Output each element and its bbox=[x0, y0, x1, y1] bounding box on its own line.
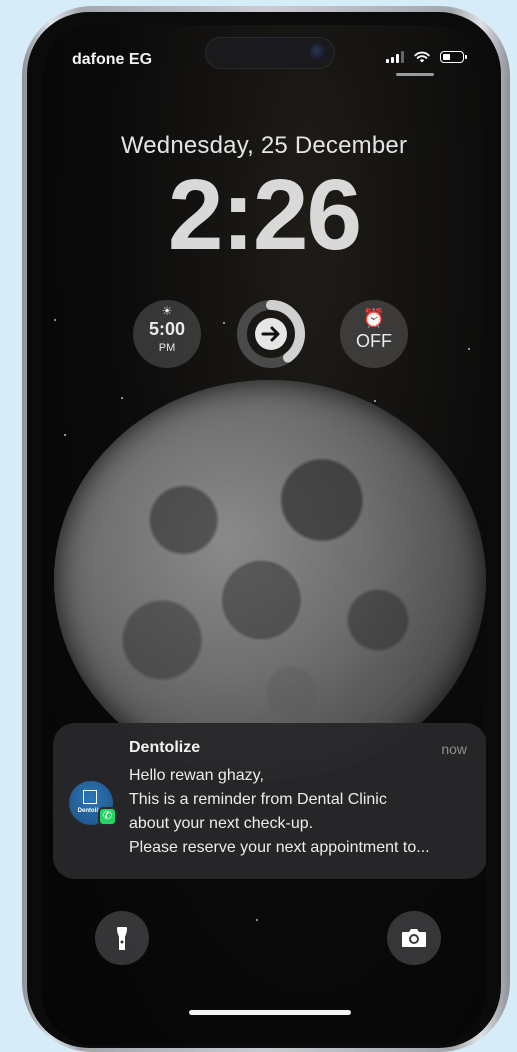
star bbox=[256, 919, 258, 921]
status-icons bbox=[386, 51, 467, 63]
notification-body: Hello rewan ghazy, This is a reminder fr… bbox=[129, 764, 469, 860]
dentolize-logo bbox=[83, 790, 97, 804]
carrier-label: dafone EG bbox=[72, 51, 153, 68]
sunset-icon: ☀ bbox=[161, 304, 173, 318]
wifi-icon bbox=[414, 51, 430, 63]
home-indicator[interactable] bbox=[189, 1010, 351, 1015]
battery-icon bbox=[440, 51, 467, 63]
lock-time: 2:26 bbox=[167, 159, 362, 271]
flashlight-button[interactable] bbox=[95, 911, 149, 965]
lock-screen: dafone EG Wednesday, 25 December 2:26 ☀ … bbox=[42, 25, 486, 1045]
signal-icon bbox=[386, 51, 404, 63]
lock-widgets: ☀ 5:00 PM ⏰ OFF bbox=[42, 300, 486, 370]
sunset-time: 5:00 bbox=[148, 319, 186, 339]
star bbox=[374, 400, 376, 402]
sunset-period: PM bbox=[158, 342, 176, 354]
status-bar: dafone EG bbox=[42, 25, 486, 85]
sunset-widget[interactable]: ☀ 5:00 PM bbox=[133, 300, 201, 368]
dynamic-island bbox=[205, 37, 335, 69]
notification-app-name: Dentolize bbox=[129, 739, 201, 756]
notification-line: This is a reminder from Dental Clinic bbox=[129, 791, 387, 808]
whatsapp-icon: ✆ bbox=[98, 807, 117, 826]
control-center-indicator[interactable] bbox=[396, 73, 434, 76]
front-camera bbox=[310, 44, 326, 60]
activity-ring-widget[interactable] bbox=[237, 300, 305, 368]
alarm-widget[interactable]: ⏰ OFF bbox=[340, 300, 408, 368]
notification-card[interactable]: Dentolize ✆ Dentolize now Hello rewan gh… bbox=[53, 723, 486, 879]
notification-line: Hello rewan ghazy, bbox=[129, 767, 264, 784]
moon-wallpaper bbox=[54, 380, 486, 780]
lock-date: Wednesday, 25 December bbox=[120, 132, 408, 159]
notification-time: now bbox=[441, 741, 467, 757]
camera-button[interactable] bbox=[387, 911, 441, 965]
alarm-clock-icon: ⏰ bbox=[362, 308, 386, 328]
star bbox=[121, 397, 123, 399]
activity-ring bbox=[237, 300, 305, 368]
flashlight-icon bbox=[117, 927, 127, 950]
notification-line: about your next check-up. bbox=[129, 815, 314, 832]
star bbox=[64, 434, 66, 436]
camera-icon bbox=[402, 929, 426, 947]
notification-line: Please reserve your next appointment to.… bbox=[129, 839, 430, 856]
alarm-status: OFF bbox=[356, 331, 392, 351]
